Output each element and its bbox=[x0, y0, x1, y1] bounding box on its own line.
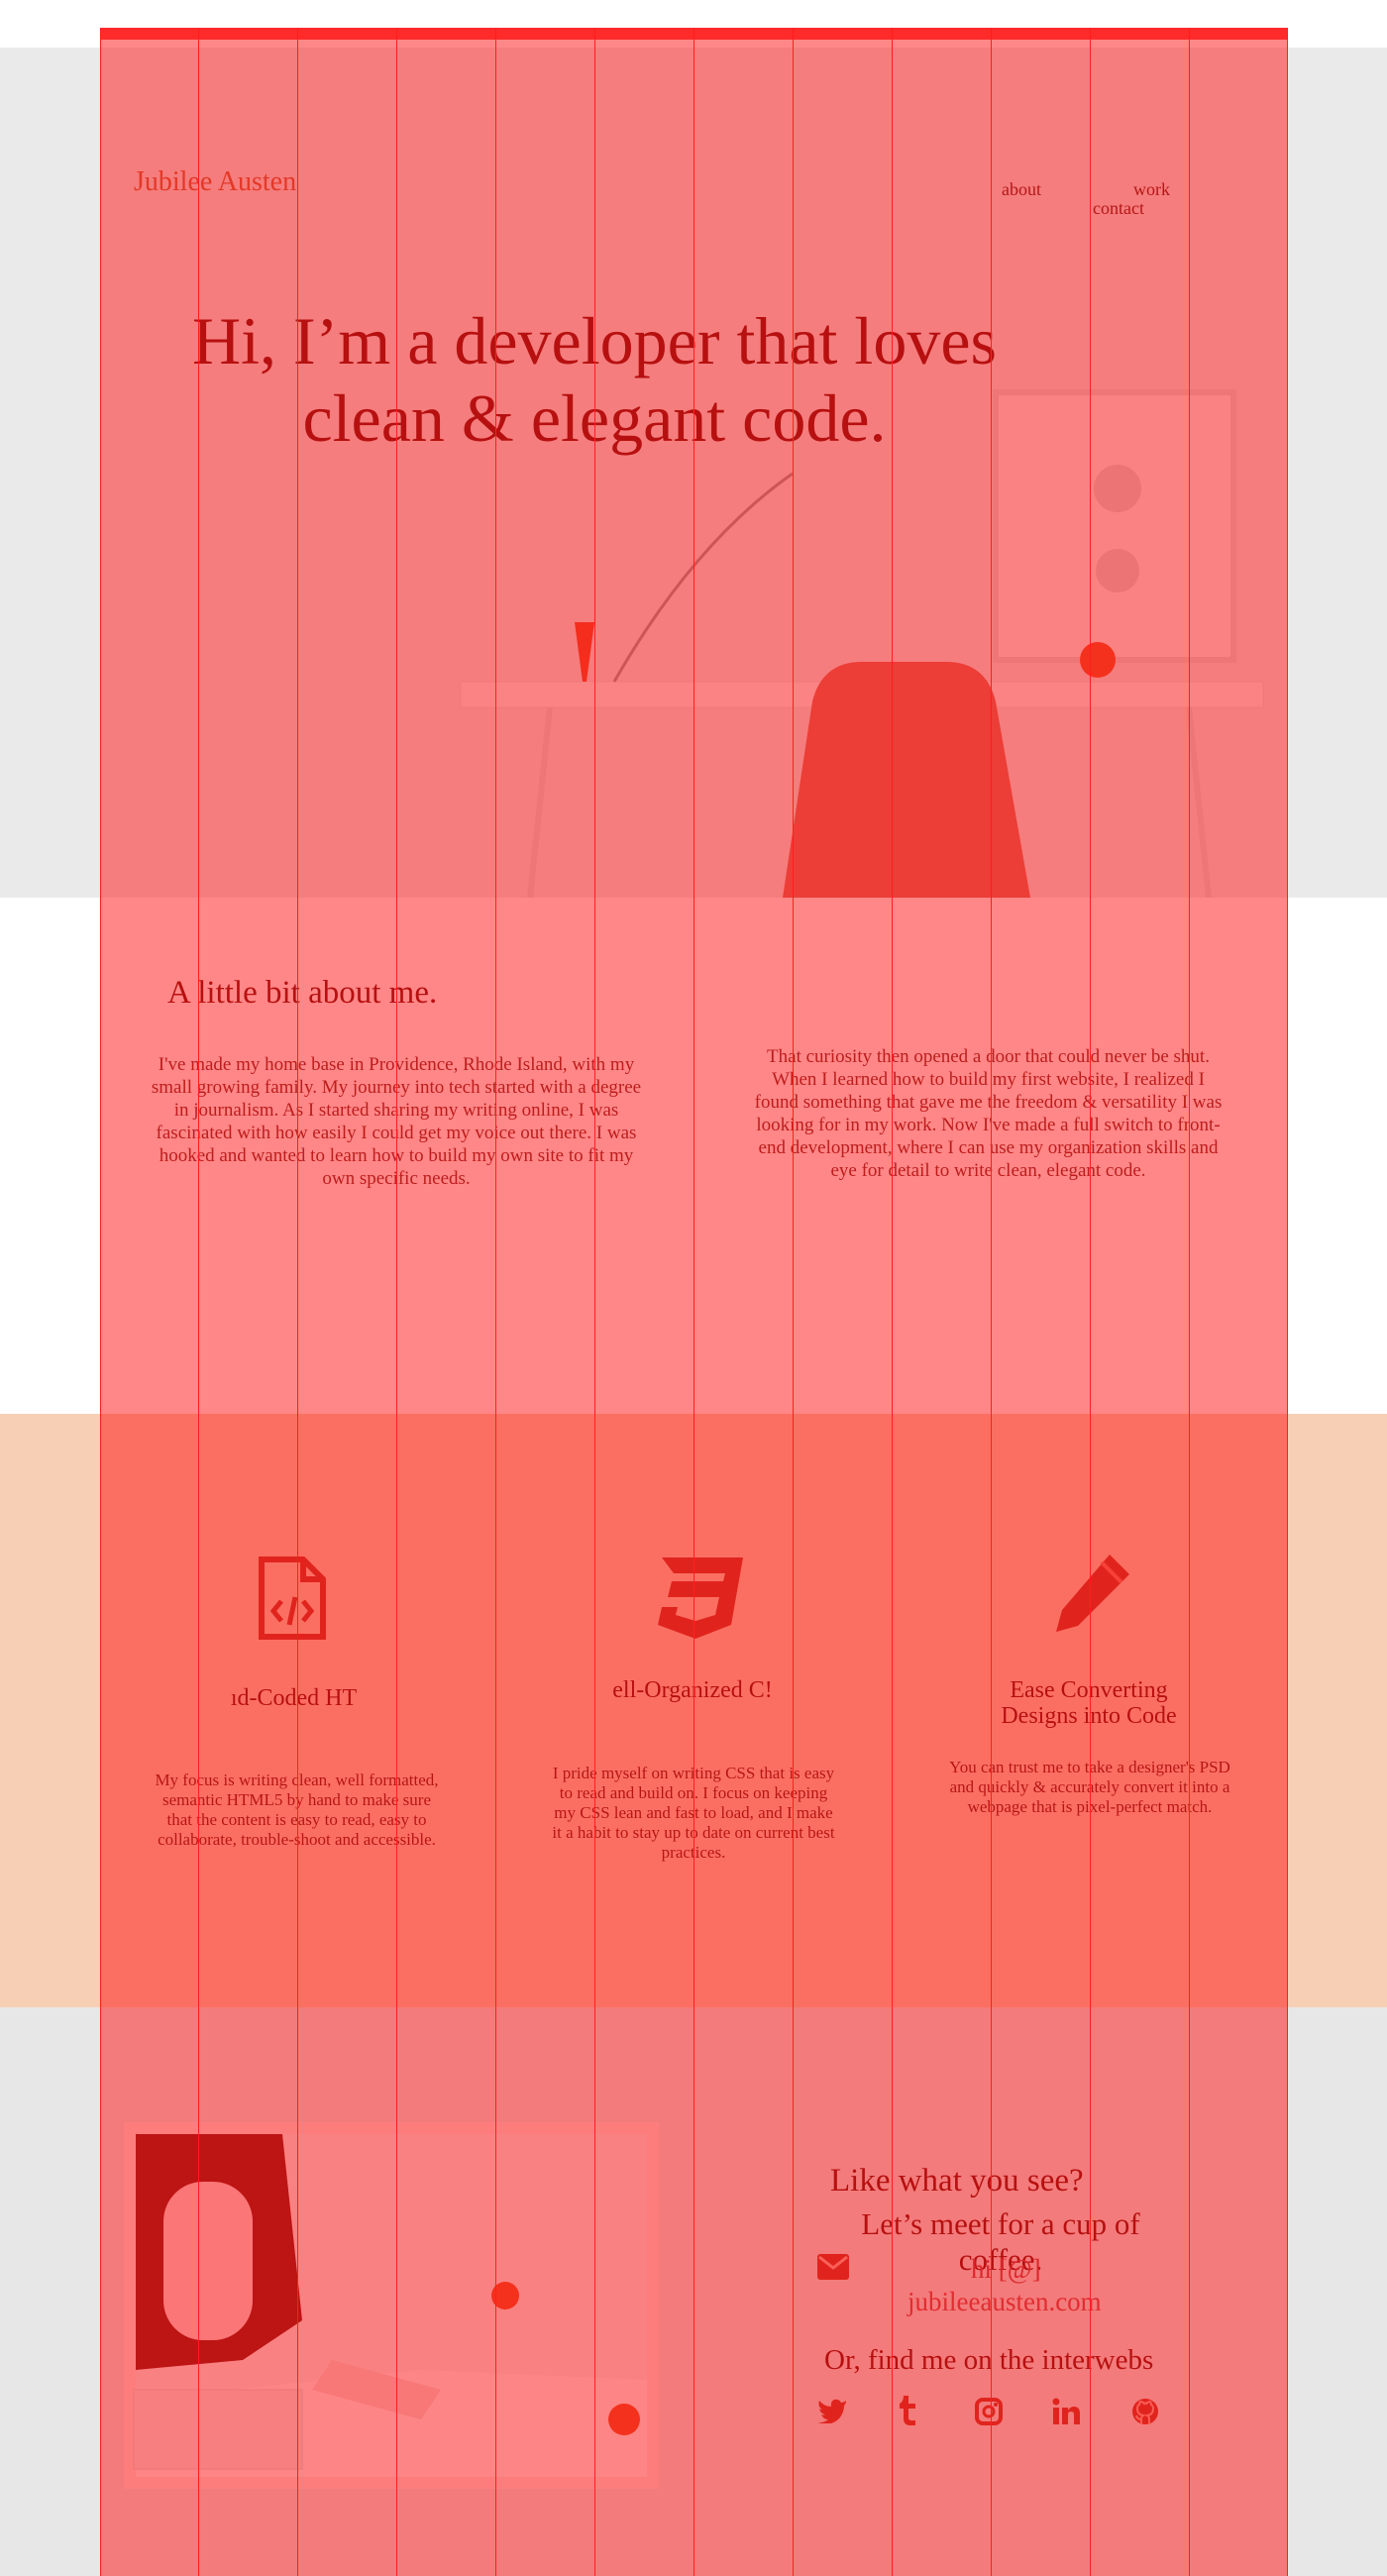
tumblr-icon[interactable] bbox=[898, 2396, 917, 2425]
skill-title-css: ell-Organized C! bbox=[612, 1677, 773, 1703]
hero-title: Hi, I’m a developer that loves clean & e… bbox=[192, 303, 997, 456]
linkedin-icon[interactable] bbox=[1052, 2398, 1080, 2425]
github-icon[interactable] bbox=[1130, 2397, 1160, 2426]
about-title: A little bit about me. bbox=[167, 975, 438, 1011]
skill-title-design: Ease Converting Designs into Code bbox=[1001, 1677, 1177, 1729]
social-heading: Or, find me on the interwebs bbox=[824, 2344, 1154, 2376]
skill-text-html: My focus is writing clean, well formatte… bbox=[155, 1771, 439, 1849]
about-paragraph-1: I've made my home base in Providence, Rh… bbox=[151, 1054, 642, 1189]
about-paragraph-2: That curiosity then opened a door that c… bbox=[754, 1046, 1223, 1181]
css3-icon bbox=[658, 1557, 743, 1639]
pencil-icon bbox=[1056, 1555, 1129, 1632]
skill-text-css: I pride myself on writing CSS that is ea… bbox=[552, 1764, 835, 1862]
logo[interactable]: Jubilee Austen bbox=[134, 166, 296, 198]
contact-title: Like what you see? bbox=[830, 2163, 1084, 2199]
nav-contact-link[interactable]: contact bbox=[1093, 198, 1144, 219]
instagram-icon[interactable] bbox=[975, 2398, 1003, 2425]
twitter-icon[interactable] bbox=[817, 2398, 847, 2423]
envelope-icon bbox=[817, 2254, 849, 2280]
email-link[interactable]: jubileeausten.com bbox=[907, 2287, 1102, 2317]
skill-text-design: You can trust me to take a designer's PS… bbox=[949, 1758, 1230, 1816]
nav-work-link[interactable]: work bbox=[1133, 179, 1170, 200]
file-code-icon bbox=[259, 1556, 326, 1640]
nav-about-link[interactable]: about bbox=[1002, 179, 1041, 200]
workspace-photo bbox=[124, 2122, 659, 2489]
skill-title-html: ıd-Coded HT bbox=[230, 1685, 358, 1711]
email-prefix: hi [@] bbox=[971, 2254, 1041, 2284]
